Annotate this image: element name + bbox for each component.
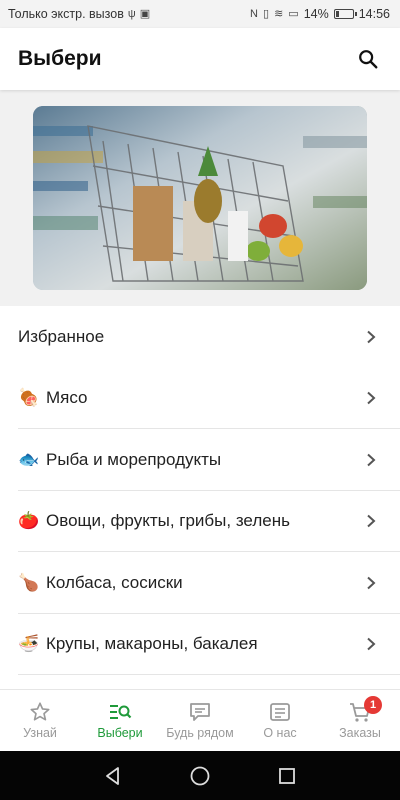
list-item-label: Крупы, макароны, бакалея <box>46 634 258 654</box>
list-search-icon <box>110 705 132 719</box>
nav-label: Выбери <box>97 726 143 740</box>
carrier-text: Только экстр. вызов <box>8 7 124 21</box>
tomato-icon: 🍅 <box>18 511 40 531</box>
list-item-label: Овощи, фрукты, грибы, зелень <box>46 511 290 531</box>
status-bar: Только экстр. вызов ψ ▣ N ▯ ≋ ▭ 14% 14:5… <box>0 0 400 28</box>
chevron-right-icon <box>367 576 376 589</box>
meat-icon: 🍖 <box>18 388 40 408</box>
fish-icon: 🐟 <box>18 449 40 469</box>
nav-item-orders[interactable]: 1 Заказы <box>320 690 400 751</box>
chevron-right-icon <box>367 453 376 466</box>
list-item-label: Колбаса, сосиски <box>46 572 183 592</box>
image-icon: ▣ <box>139 7 151 20</box>
chevron-right-icon <box>367 330 376 343</box>
category-list: Избранное 🍖 Мясо 🐟 Рыба и морепродукты 🍅… <box>0 306 400 675</box>
home-circle-icon <box>190 766 210 785</box>
shopping-cart-illustration <box>33 106 367 290</box>
vibrate-icon: ▯ <box>263 7 270 20</box>
chevron-right-icon <box>367 638 376 651</box>
battery-icon <box>333 9 357 19</box>
chat-icon <box>190 703 210 721</box>
poultry-leg-icon: 🍗 <box>18 572 40 592</box>
chevron-right-icon <box>367 392 376 405</box>
nfc-icon: N <box>250 7 258 20</box>
list-item-content: 🍜 Крупы, макароны, бакалея <box>18 634 258 654</box>
search-icon <box>359 50 378 69</box>
status-right: N ▯ ≋ ▭ 14% 14:56 <box>250 7 390 21</box>
bottom-navigation: Узнай Выбери Будь рядом О нас 1 Заказы <box>0 689 400 751</box>
nav-item-discover[interactable]: Узнай <box>0 690 80 751</box>
status-left: Только экстр. вызов ψ ▣ <box>8 7 150 21</box>
list-item-fish[interactable]: 🐟 Рыба и морепродукты <box>0 429 400 491</box>
recents-button[interactable] <box>272 761 302 791</box>
list-item-vegetables[interactable]: 🍅 Овощи, фрукты, грибы, зелень <box>0 491 400 552</box>
list-item-label: Мясо <box>46 388 88 408</box>
nav-label: О нас <box>263 726 297 740</box>
list-item-meat[interactable]: 🍖 Мясо <box>0 368 400 429</box>
back-triangle-icon <box>106 766 120 785</box>
clock: 14:56 <box>358 7 390 21</box>
list-item-favorites[interactable]: Избранное <box>0 306 400 368</box>
system-navigation-bar <box>0 751 400 800</box>
cart-badge: 1 <box>364 696 382 714</box>
list-item-label: Избранное <box>18 326 105 346</box>
noodle-bowl-icon: 🍜 <box>18 634 40 654</box>
wifi-icon: ≋ <box>274 7 284 20</box>
sim-icon: ▭ <box>288 7 299 20</box>
back-button[interactable] <box>98 761 128 791</box>
page-title: Выбери <box>18 47 102 70</box>
list-item-content: 🍖 Мясо <box>18 388 88 408</box>
list-item-content: 🍅 Овощи, фрукты, грибы, зелень <box>18 511 290 531</box>
list-item-sausages[interactable]: 🍗 Колбаса, сосиски <box>0 552 400 614</box>
star-icon <box>30 702 50 721</box>
banner-section <box>0 90 400 306</box>
home-button[interactable] <box>185 761 215 791</box>
list-item-label: Рыба и морепродукты <box>46 449 222 469</box>
nav-item-about[interactable]: О нас <box>240 690 320 751</box>
list-item-groceries[interactable]: 🍜 Крупы, макароны, бакалея <box>0 614 400 675</box>
nav-label: Заказы <box>339 726 381 740</box>
nav-label: Будь рядом <box>166 726 234 740</box>
app-bar: Выбери <box>0 28 400 90</box>
nav-label: Узнай <box>23 726 57 740</box>
info-list-icon <box>270 703 290 721</box>
nav-item-nearby[interactable]: Будь рядом <box>160 690 240 751</box>
shopping-cart-banner-image <box>33 106 367 290</box>
list-item-content: Избранное <box>18 327 104 347</box>
usb-icon: ψ <box>127 7 136 20</box>
recents-square-icon <box>278 767 295 784</box>
battery-percent: 14% <box>303 7 329 21</box>
search-button[interactable] <box>352 43 384 75</box>
nav-item-choose[interactable]: Выбери <box>80 690 160 751</box>
chevron-right-icon <box>367 515 376 528</box>
list-item-content: 🐟 Рыба и морепродукты <box>18 450 221 470</box>
list-item-content: 🍗 Колбаса, сосиски <box>18 572 183 593</box>
divider <box>18 674 400 675</box>
